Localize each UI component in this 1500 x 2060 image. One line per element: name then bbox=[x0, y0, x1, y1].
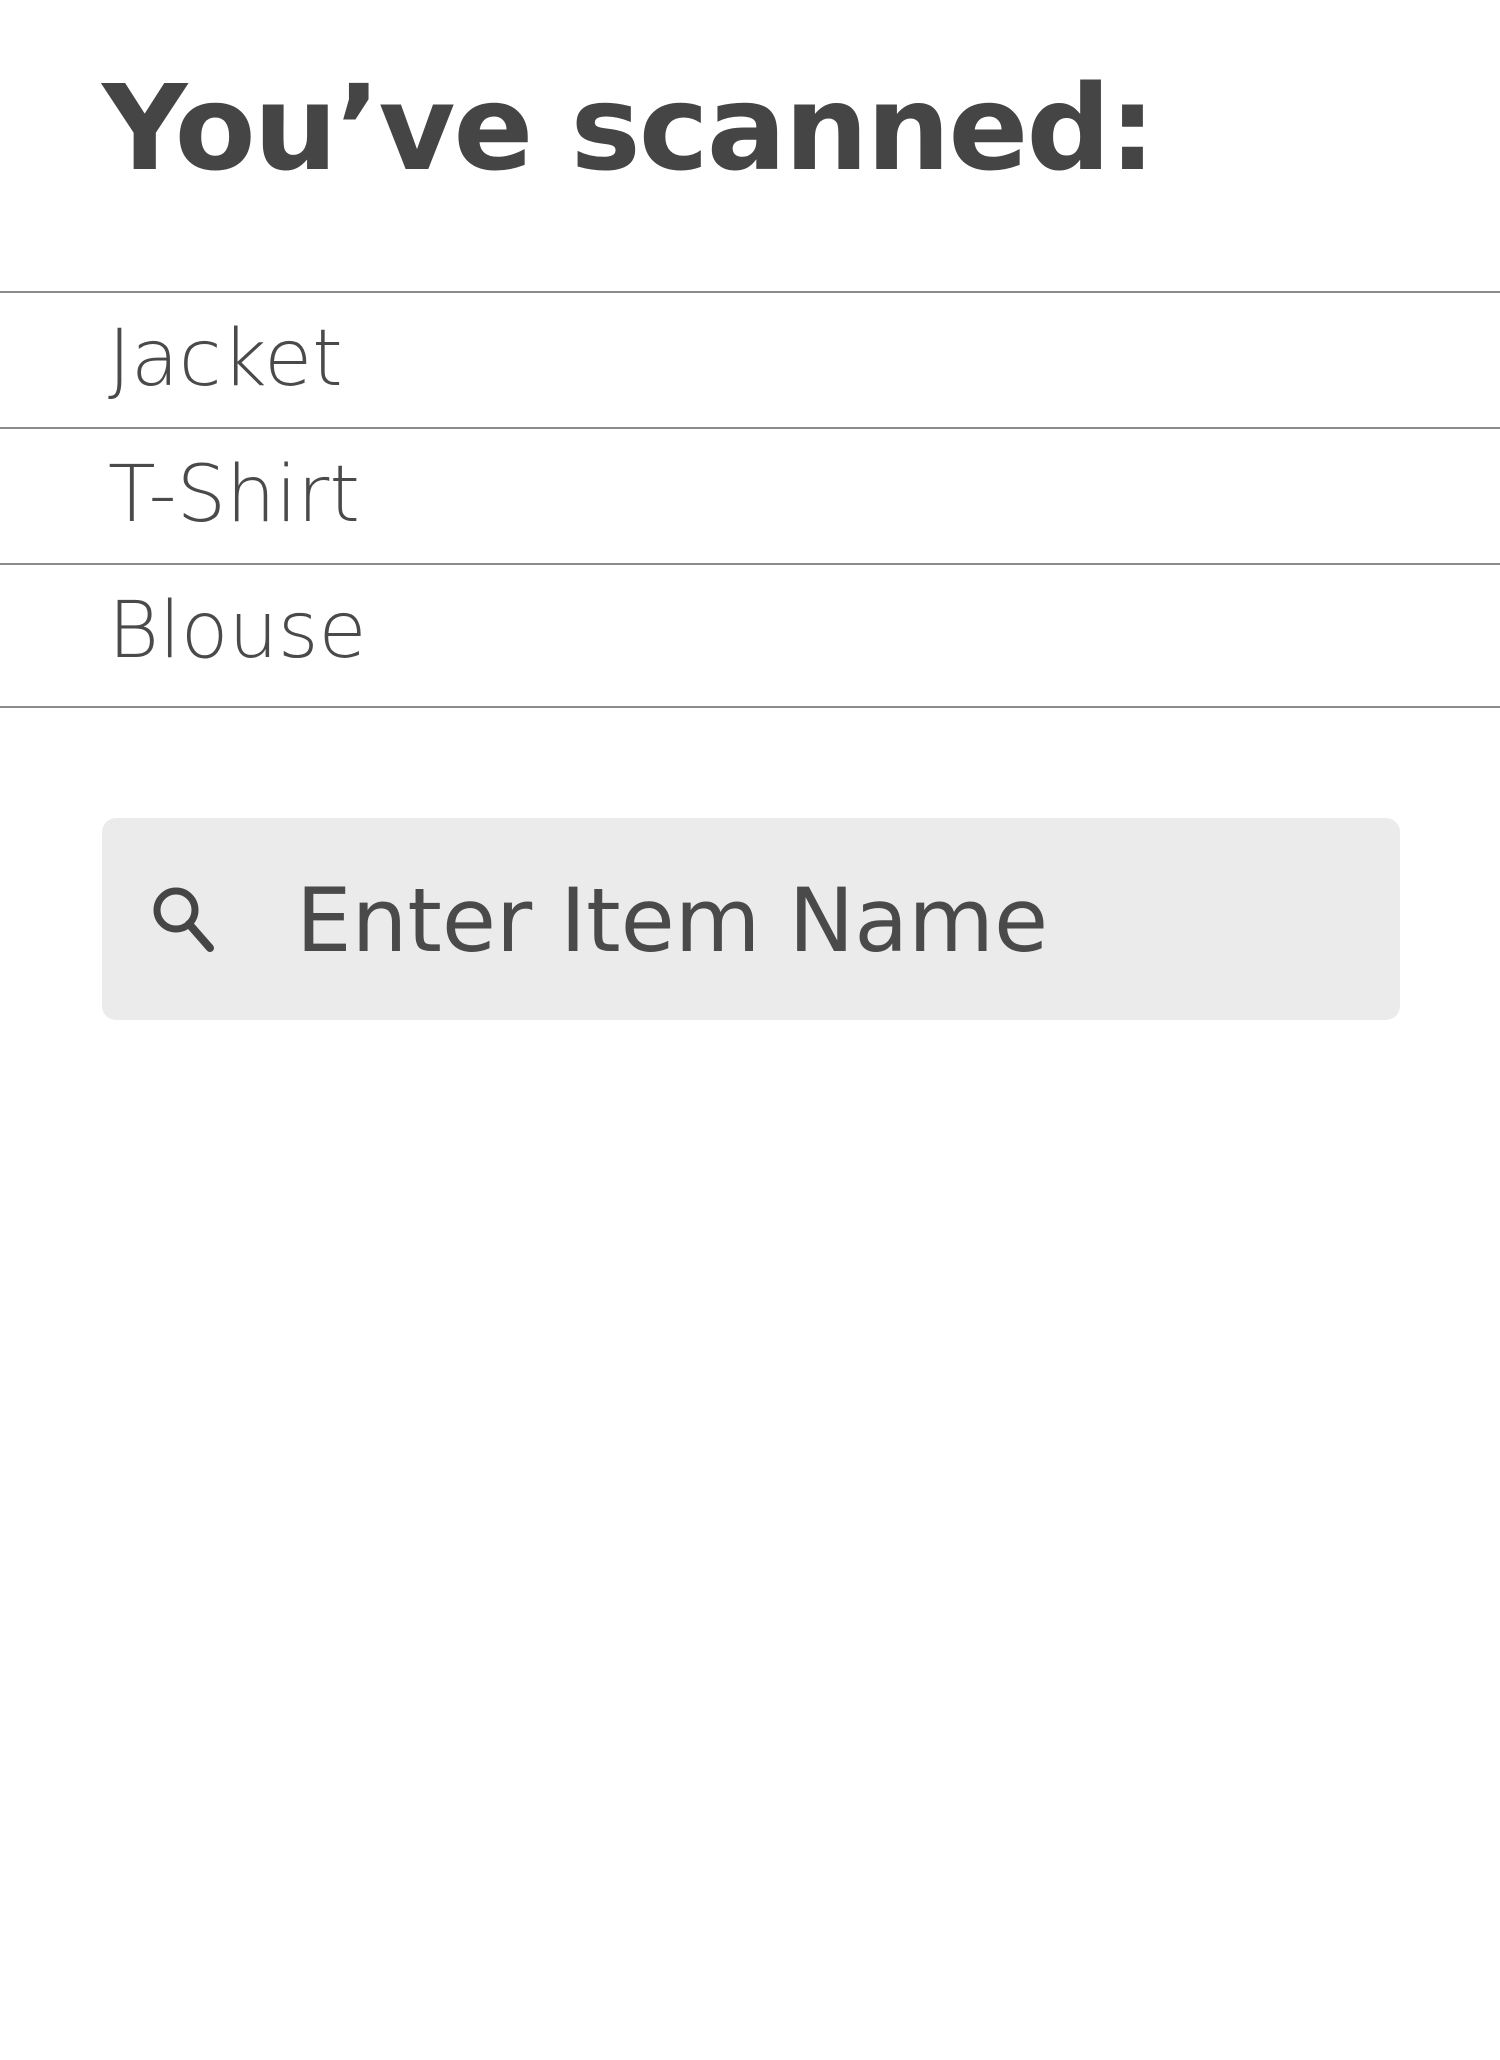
search-icon bbox=[150, 884, 216, 954]
list-item[interactable]: Jacket bbox=[0, 293, 1500, 429]
search-input[interactable] bbox=[296, 860, 1376, 980]
page-title: You’ve scanned: bbox=[102, 59, 1156, 197]
list-item[interactable]: Blouse bbox=[0, 565, 1500, 708]
list-item-label: Jacket bbox=[108, 314, 343, 404]
list-item-label: Blouse bbox=[108, 586, 367, 676]
scanned-items-list: Jacket T-Shirt Blouse bbox=[0, 291, 1500, 708]
list-item[interactable]: T-Shirt bbox=[0, 429, 1500, 565]
list-item-label: T-Shirt bbox=[108, 450, 360, 540]
